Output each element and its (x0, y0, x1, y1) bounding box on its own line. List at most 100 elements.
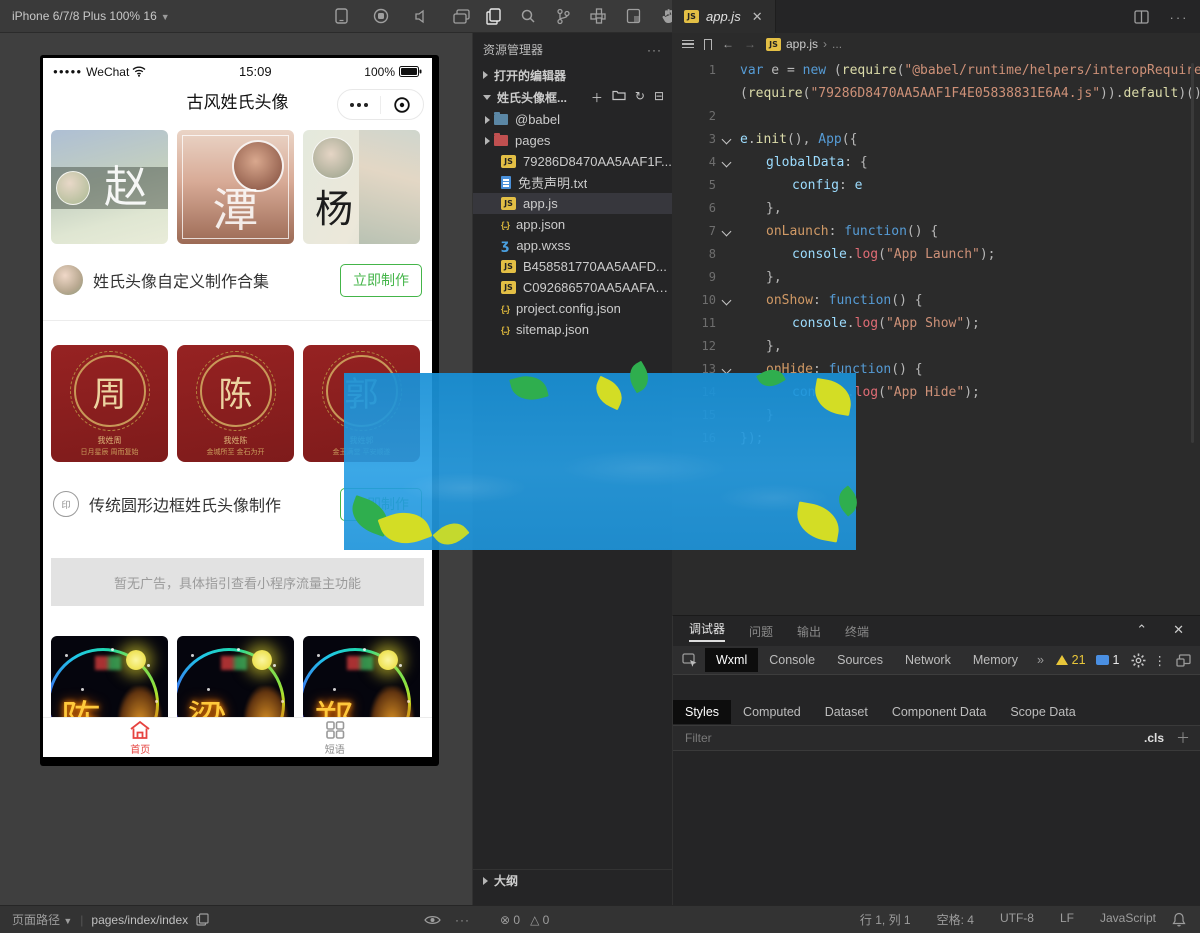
file-item[interactable]: JSB458581770AA5AAFD... (473, 256, 672, 277)
close-tab-icon[interactable]: ✕ (752, 9, 763, 25)
nav-forward-icon[interactable]: → (744, 37, 756, 51)
insp-tab-styles[interactable]: Styles (673, 700, 731, 724)
file-item[interactable]: JSC092686570AA5AAFA6... (473, 277, 672, 298)
tab-problems[interactable]: 问题 (749, 623, 773, 640)
carrier-label: WeChat (86, 65, 129, 79)
tab-output[interactable]: 输出 (797, 623, 821, 640)
file-item[interactable]: {..}project.config.json (473, 298, 672, 319)
cursor-position[interactable]: 行 1, 列 1 (860, 911, 911, 928)
maker1-title: 姓氏头像自定义制作合集 (93, 268, 269, 292)
devtools-kebab-icon[interactable]: ⋮ (1154, 653, 1167, 668)
warning-count[interactable]: 21 (1072, 653, 1086, 667)
split-editor-icon[interactable] (1132, 8, 1150, 26)
device-selector[interactable]: iPhone 6/7/8 Plus 100% 16▼ (12, 9, 170, 23)
eol-setting[interactable]: LF (1060, 911, 1074, 928)
filter-input[interactable] (683, 730, 1144, 746)
insp-tab-scope-data[interactable]: Scope Data (998, 700, 1087, 724)
devtool-tab-memory[interactable]: Memory (962, 648, 1029, 672)
project-root[interactable]: 姓氏头像框... ＋ ↻ ⊟ (473, 86, 672, 108)
moon-glow (252, 650, 272, 670)
record-icon[interactable] (372, 7, 390, 25)
js-file-icon: JS (684, 10, 699, 23)
file-item[interactable]: {..}sitemap.json (473, 319, 672, 340)
refresh-icon[interactable]: ↻ (635, 89, 645, 106)
tab-phrases[interactable]: 短语 (238, 718, 433, 757)
file-item[interactable]: JS79286D8470AA5AAF1F... (473, 151, 672, 172)
devtools-settings-icon[interactable] (1130, 651, 1148, 669)
fold-icon[interactable] (720, 128, 736, 151)
eye-icon[interactable] (424, 914, 441, 926)
explorer-more-icon[interactable]: ··· (647, 43, 662, 57)
statusbar-more-icon[interactable]: ··· (455, 913, 470, 927)
collapse-all-icon[interactable]: ⊟ (654, 89, 664, 106)
cls-toggle[interactable]: .cls (1144, 731, 1164, 745)
more-actions-icon[interactable]: ··· (1170, 8, 1188, 26)
file-tree[interactable]: @babelpagesJS79286D8470AA5AAF1F...免责声明.t… (473, 109, 672, 340)
indent-setting[interactable]: 空格: 4 (937, 911, 974, 928)
copy-path-icon[interactable] (196, 913, 209, 926)
tab-home[interactable]: 首页 (43, 718, 238, 757)
mute-icon[interactable] (412, 7, 430, 25)
insp-tab-dataset[interactable]: Dataset (813, 700, 880, 724)
new-file-icon[interactable]: ＋ (591, 89, 603, 106)
devtool-tab-network[interactable]: Network (894, 648, 962, 672)
devtool-tab-sources[interactable]: Sources (826, 648, 894, 672)
file-item[interactable]: {..}app.json (473, 214, 672, 235)
nav-back-icon[interactable]: ← (722, 37, 734, 51)
file-item[interactable]: 免责声明.txt (473, 172, 672, 193)
open-editors-section[interactable]: 打开的编辑器 (473, 64, 672, 86)
insp-tab-computed[interactable]: Computed (731, 700, 813, 724)
more-tabs-icon[interactable]: » (1037, 653, 1044, 667)
message-count[interactable]: 1 (1113, 653, 1120, 667)
rotate-device-icon[interactable] (332, 7, 350, 25)
photo-avatar-card[interactable]: 潭 (177, 130, 294, 244)
red-name-card[interactable]: 陈我姓陈金城所至 金石为开 (177, 345, 294, 462)
language-mode[interactable]: JavaScript (1100, 911, 1156, 928)
fold-icon[interactable] (720, 220, 736, 243)
fold-icon[interactable] (720, 151, 736, 174)
fold-icon[interactable] (720, 289, 736, 312)
tab-debugger[interactable]: 调试器 (689, 620, 725, 642)
undock-icon[interactable] (1174, 651, 1192, 669)
page-path-value[interactable]: pages/index/index (91, 913, 188, 927)
extensions-icon[interactable] (589, 7, 607, 25)
devtool-tab-wxml[interactable]: Wxml (705, 648, 758, 672)
tab-appjs[interactable]: JS app.js ✕ (672, 0, 776, 33)
notifications-bell-icon[interactable] (1172, 912, 1186, 927)
problem-counts[interactable]: ⊗ 0 △ 0 (500, 913, 549, 927)
outline-list-icon[interactable] (682, 38, 694, 51)
bookmark-icon[interactable] (704, 39, 712, 50)
encoding[interactable]: UTF-8 (1000, 911, 1034, 928)
git-icon[interactable] (554, 7, 572, 25)
collapse-panel-icon[interactable]: ⌃ (1136, 622, 1147, 638)
red-name-card[interactable]: 周我姓周日月星辰 周而复始 (51, 345, 168, 462)
tab-terminal[interactable]: 终端 (845, 623, 869, 640)
minimize-target-icon[interactable] (381, 96, 423, 114)
file-item[interactable]: @babel (473, 109, 672, 130)
devtool-tab-console[interactable]: Console (758, 648, 826, 672)
make-now-button[interactable]: 立即制作 (340, 264, 422, 297)
photo-avatar-card[interactable]: 赵 (51, 130, 168, 244)
photo-avatar-card[interactable]: 杨 (303, 130, 420, 244)
add-class-icon[interactable]: ＋ (1176, 728, 1190, 748)
outline-section[interactable]: 大纲 (473, 869, 672, 891)
inspect-element-icon[interactable] (681, 651, 699, 669)
multi-window-icon[interactable] (452, 7, 470, 25)
file-item[interactable]: ʒapp.wxss (473, 235, 672, 256)
files-icon[interactable] (484, 7, 502, 25)
close-panel-icon[interactable]: ✕ (1173, 622, 1184, 638)
editor-scrollbar[interactable] (1191, 63, 1194, 443)
fold-icon (720, 82, 736, 105)
search-icon[interactable] (519, 7, 537, 25)
page-path-selector[interactable]: 页面路径 ▼ (12, 911, 72, 928)
file-item[interactable]: JSapp.js (473, 193, 672, 214)
page-icon[interactable] (624, 7, 642, 25)
fold-icon (720, 174, 736, 197)
insp-tab-component-data[interactable]: Component Data (880, 700, 999, 724)
breadcrumb-file[interactable]: JS app.js › ... (766, 37, 842, 51)
more-menu-icon[interactable] (338, 103, 380, 107)
top-toolbar: iPhone 6/7/8 Plus 100% 16▼ JS app.js ✕ ·… (0, 0, 1200, 33)
file-item[interactable]: pages (473, 130, 672, 151)
new-folder-icon[interactable] (612, 89, 626, 106)
capsule-menu[interactable] (337, 89, 424, 120)
